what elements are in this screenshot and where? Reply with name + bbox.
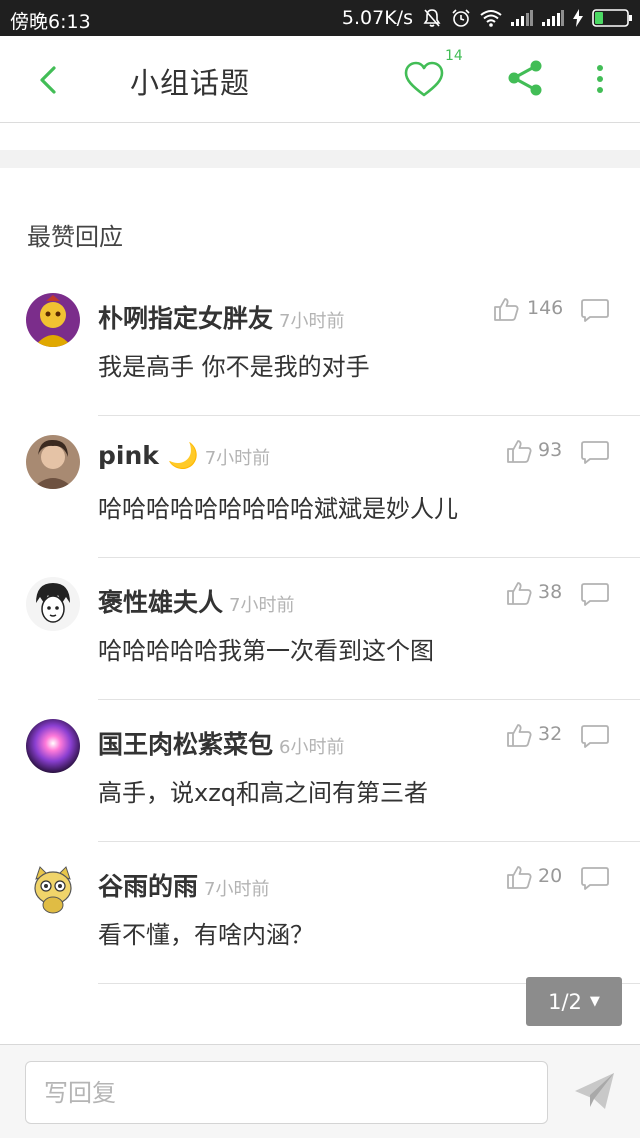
comment-bubble-icon[interactable] — [580, 581, 610, 607]
author-name: 褒性雄夫人 — [98, 588, 224, 617]
comment-text: 我是高手 你不是我的对手 — [98, 353, 370, 381]
comment-item: 国王肉松紫菜包 6小时前 高手，说xzq和高之间有第三者 32 — [0, 707, 640, 850]
comment-time: 7小时前 — [204, 448, 271, 469]
reply-bar — [0, 1044, 640, 1138]
like-count: 20 — [538, 865, 563, 887]
comment-item: 谷雨的雨 7小时前 看不懂，有啥内涵？ 20 — [0, 849, 640, 992]
comment-author[interactable]: 国王肉松紫菜包 6小时前 — [98, 725, 344, 761]
battery-icon — [592, 9, 632, 27]
comment-bubble-icon[interactable] — [580, 439, 610, 465]
favorite-count: 14 — [445, 48, 463, 64]
comment-item: pink 🌙 7小时前 哈哈哈哈哈哈哈哈哈斌斌是妙人儿 93 — [0, 423, 640, 566]
comment-text: 哈哈哈哈哈哈哈哈哈斌斌是妙人儿 — [98, 495, 458, 523]
comment-author[interactable]: 褒性雄夫人 7小时前 — [98, 583, 294, 619]
comment-item: 朴咧指定女胖友 7小时前 我是高手 你不是我的对手 146 — [0, 281, 640, 424]
author-name: 谷雨的雨 — [98, 872, 199, 901]
reply-input[interactable] — [25, 1061, 548, 1124]
section-separator — [0, 150, 640, 168]
thumbs-up-icon[interactable] — [505, 437, 533, 465]
comment-author[interactable]: 谷雨的雨 7小时前 — [98, 867, 269, 903]
user-avatar[interactable] — [26, 861, 80, 915]
alarm-icon — [452, 9, 470, 27]
like-count: 32 — [538, 723, 563, 745]
triangle-down-icon: ▼ — [589, 994, 600, 1009]
author-name: 朴咧指定女胖友 — [98, 304, 274, 333]
author-name: 国王肉松紫菜包 — [98, 730, 274, 759]
page-title: 小组话题 — [130, 66, 251, 100]
like-count: 146 — [527, 297, 564, 319]
title-bar: 小组话题 14 — [0, 36, 640, 123]
comment-author[interactable]: 朴咧指定女胖友 7小时前 — [98, 299, 344, 335]
page-label: 1/2 — [548, 989, 582, 1014]
thumbs-up-icon[interactable] — [505, 863, 533, 891]
comment-text: 高手，说xzq和高之间有第三者 — [98, 779, 429, 807]
user-avatar[interactable] — [26, 435, 80, 489]
user-avatar[interactable] — [26, 719, 80, 773]
like-count: 38 — [538, 581, 563, 603]
status-bar: 傍晚6:13 5.07K/s — [0, 0, 640, 36]
heart-icon[interactable] — [402, 58, 446, 102]
divider — [98, 557, 640, 558]
charging-icon — [573, 9, 583, 27]
comment-text: 看不懂，有啥内涵？ — [98, 921, 314, 949]
author-name: pink 🌙 — [98, 441, 199, 470]
section-title: 最赞回应 — [27, 223, 123, 251]
comment-bubble-icon[interactable] — [580, 865, 610, 891]
comment-time: 6小时前 — [279, 737, 345, 758]
share-icon[interactable] — [504, 56, 548, 100]
wifi-icon — [480, 10, 502, 27]
status-icons: 5.07K/s — [333, 6, 632, 30]
comment-time: 7小时前 — [204, 879, 270, 900]
thumbs-up-icon[interactable] — [505, 721, 533, 749]
thumbs-up-icon[interactable] — [492, 295, 520, 323]
thumbs-up-icon[interactable] — [505, 579, 533, 607]
divider — [98, 699, 640, 700]
page-selector[interactable]: 1/2 ▼ — [526, 977, 622, 1026]
bell-muted-icon — [423, 9, 441, 27]
divider — [98, 415, 640, 416]
user-avatar[interactable] — [26, 293, 80, 347]
divider — [98, 841, 640, 842]
back-arrow-icon[interactable] — [24, 56, 72, 104]
user-avatar[interactable] — [26, 577, 80, 631]
more-vertical-icon[interactable] — [580, 58, 620, 102]
network-speed: 5.07K/s — [341, 7, 413, 29]
comment-author[interactable]: pink 🌙 7小时前 — [98, 441, 270, 471]
comment-bubble-icon[interactable] — [580, 723, 610, 749]
comment-time: 7小时前 — [229, 595, 295, 616]
like-count: 93 — [538, 439, 563, 461]
comment-time: 7小时前 — [279, 311, 345, 332]
send-icon[interactable] — [572, 1069, 618, 1115]
signal-icon — [511, 10, 533, 26]
status-time: 傍晚6:13 — [10, 11, 91, 33]
comment-item: 褒性雄夫人 7小时前 哈哈哈哈哈我第一次看到这个图 38 — [0, 565, 640, 708]
comment-text: 哈哈哈哈哈我第一次看到这个图 — [98, 637, 434, 665]
signal-icon-2 — [542, 10, 564, 26]
comment-bubble-icon[interactable] — [580, 297, 610, 323]
